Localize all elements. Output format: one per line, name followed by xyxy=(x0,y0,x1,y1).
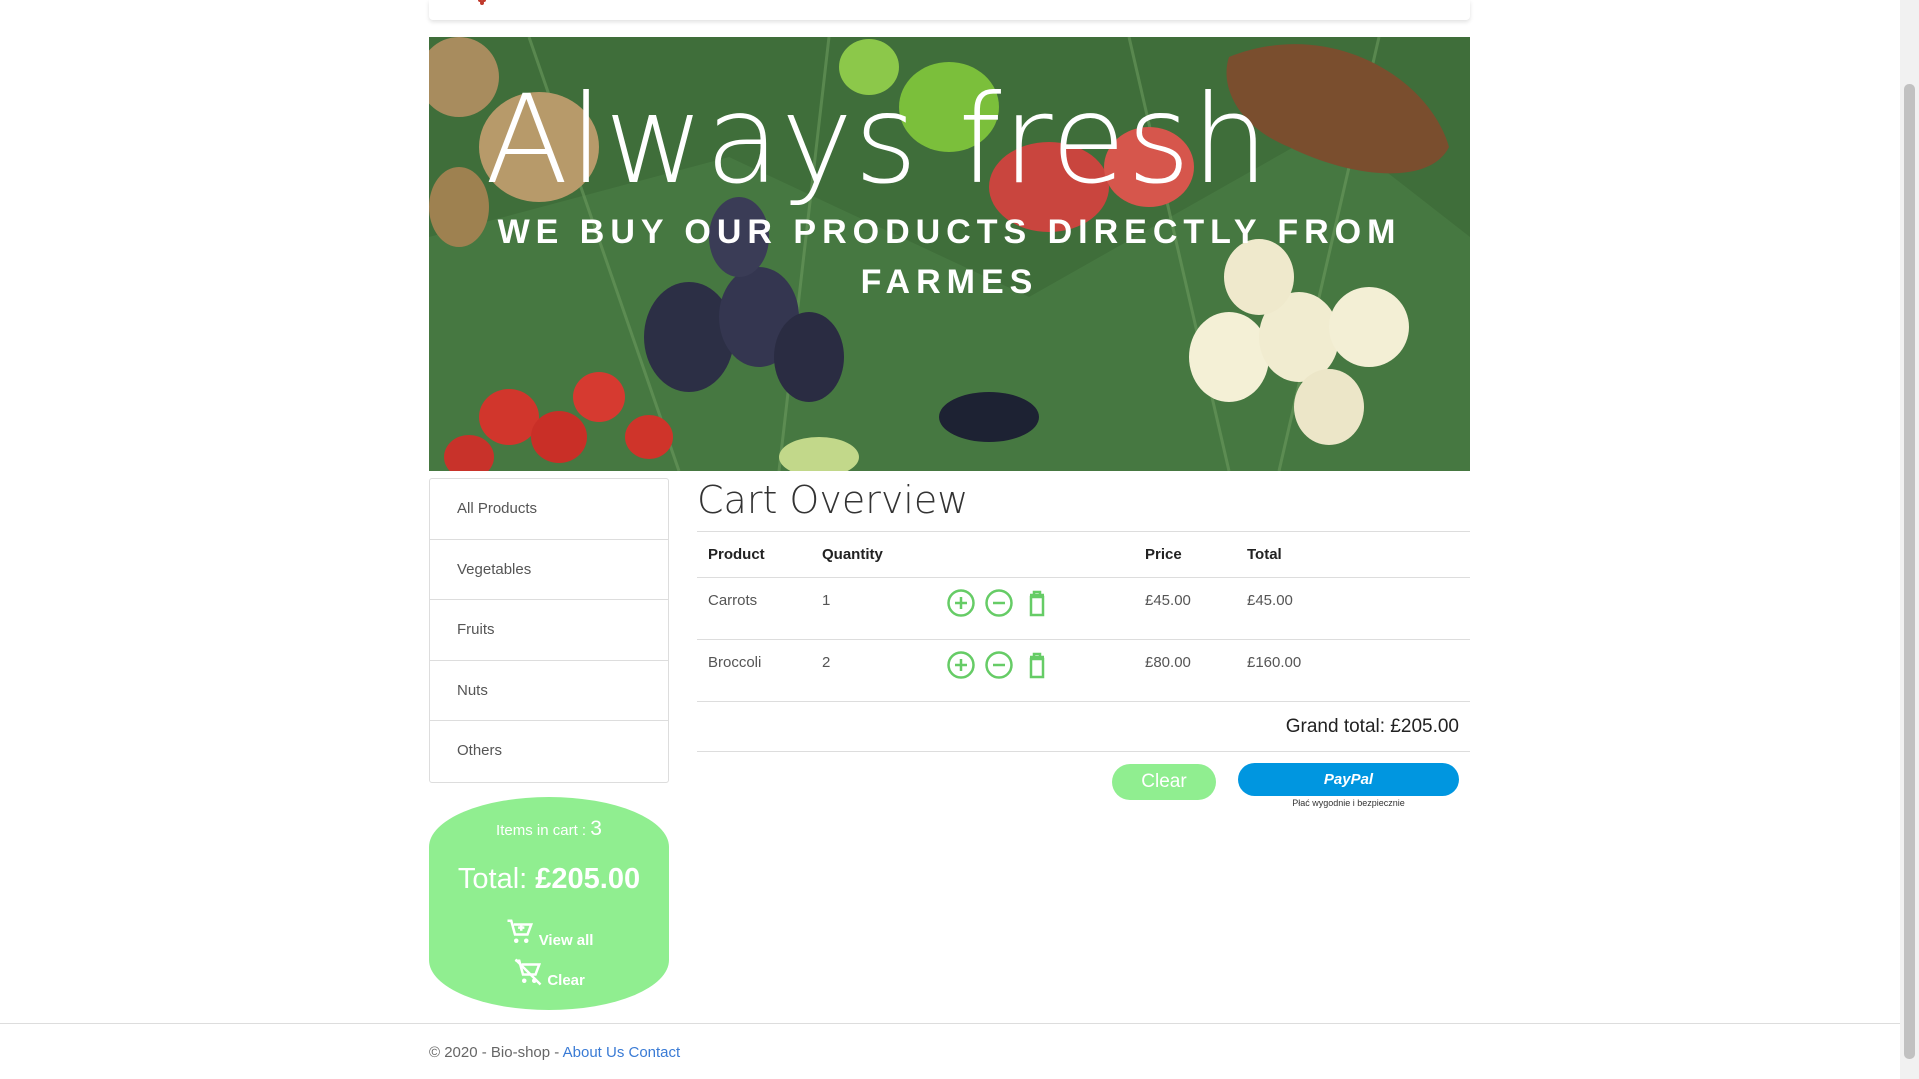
cart-items-label: Items in cart : xyxy=(496,822,591,839)
view-all-cart-link[interactable]: View all xyxy=(429,917,669,949)
product-name: Carrots xyxy=(697,577,811,640)
trash-icon[interactable] xyxy=(1022,650,1052,680)
hero-title: Always fresh xyxy=(485,69,1270,211)
cart-table-header: Product Quantity Price Total xyxy=(697,531,1470,578)
product-price: £45.00 xyxy=(1134,577,1236,640)
minus-circle-icon[interactable] xyxy=(984,588,1014,618)
logo-icon[interactable] xyxy=(473,0,493,8)
product-price: £80.00 xyxy=(1134,639,1236,702)
cart-total-value: £205.00 xyxy=(535,863,641,895)
cart-summary: Items in cart : 3 Total: £205.00 View al… xyxy=(429,797,669,1010)
table-row: Carrots 1 £45.00 £45.00 xyxy=(697,577,1470,640)
trash-icon[interactable] xyxy=(1022,588,1052,618)
column-header: Price xyxy=(1134,531,1236,578)
product-quantity: 1 xyxy=(811,577,935,640)
footer: © 2020 - Bio-shop - About Us Contact xyxy=(0,1023,1900,1079)
column-header: Product xyxy=(697,531,811,578)
clear-label: Clear xyxy=(547,972,585,989)
view-all-label: View all xyxy=(538,932,594,949)
contact-link[interactable]: Contact xyxy=(629,1044,681,1061)
table-row: Broccoli 2 £80.00 £160.00 xyxy=(697,639,1470,702)
product-name: Broccoli xyxy=(697,639,811,702)
grand-total: Grand total: £205.00 xyxy=(697,702,1470,752)
cart-table: Product Quantity Price Total Carrots 1 £ xyxy=(697,531,1470,702)
cart-items-count: Items in cart : 3 xyxy=(429,817,669,841)
clear-cart-link[interactable]: Clear xyxy=(429,957,669,989)
minus-circle-icon[interactable] xyxy=(984,650,1014,680)
category-fruits[interactable]: Fruits xyxy=(430,600,668,661)
paypal-label: PayPal xyxy=(1323,771,1374,788)
column-header: Quantity xyxy=(811,531,935,578)
about-us-link[interactable]: About Us xyxy=(563,1044,625,1061)
category-all-products[interactable]: All Products xyxy=(430,479,668,540)
cart-overview-title: Cart Overview xyxy=(697,478,969,522)
vertical-scrollbar[interactable] xyxy=(1900,0,1919,1079)
category-list: All Products Vegetables Fruits Nuts Othe… xyxy=(429,478,669,783)
plus-circle-icon[interactable] xyxy=(946,588,976,618)
top-navbar xyxy=(429,0,1470,20)
paypal-button[interactable]: PayPal xyxy=(1238,763,1459,796)
paypal-tagline: Płać wygodnie i bezpiecznie xyxy=(1292,798,1405,808)
copyright: © 2020 - Bio-shop - xyxy=(429,1044,563,1061)
category-nuts[interactable]: Nuts xyxy=(430,661,668,721)
product-total: £160.00 xyxy=(1236,639,1470,702)
cart-items-number: 3 xyxy=(590,817,602,840)
cart-total-label: Total: xyxy=(457,863,536,895)
product-total: £45.00 xyxy=(1236,577,1470,640)
plus-circle-icon[interactable] xyxy=(946,650,976,680)
category-others[interactable]: Others xyxy=(430,721,668,782)
product-quantity: 2 xyxy=(811,639,935,702)
remove-cart-icon xyxy=(514,958,542,986)
row-controls xyxy=(935,639,1134,702)
category-vegetables[interactable]: Vegetables xyxy=(430,540,668,600)
scrollbar-thumb[interactable] xyxy=(1904,84,1915,1059)
cart-total: Total: £205.00 xyxy=(429,863,669,896)
footer-text: © 2020 - Bio-shop - About Us Contact xyxy=(429,1044,680,1061)
clear-cart-button[interactable]: Clear xyxy=(1112,764,1216,800)
row-controls xyxy=(935,577,1134,640)
column-header xyxy=(935,531,1134,578)
column-header: Total xyxy=(1236,531,1470,578)
hero-subtitle: WE BUY OUR PRODUCTS DIRECTLY FROM FARMES xyxy=(497,213,1402,301)
hero-banner: Always fresh WE BUY OUR PRODUCTS DIRECTL… xyxy=(429,37,1470,471)
cart-icon xyxy=(507,919,533,943)
